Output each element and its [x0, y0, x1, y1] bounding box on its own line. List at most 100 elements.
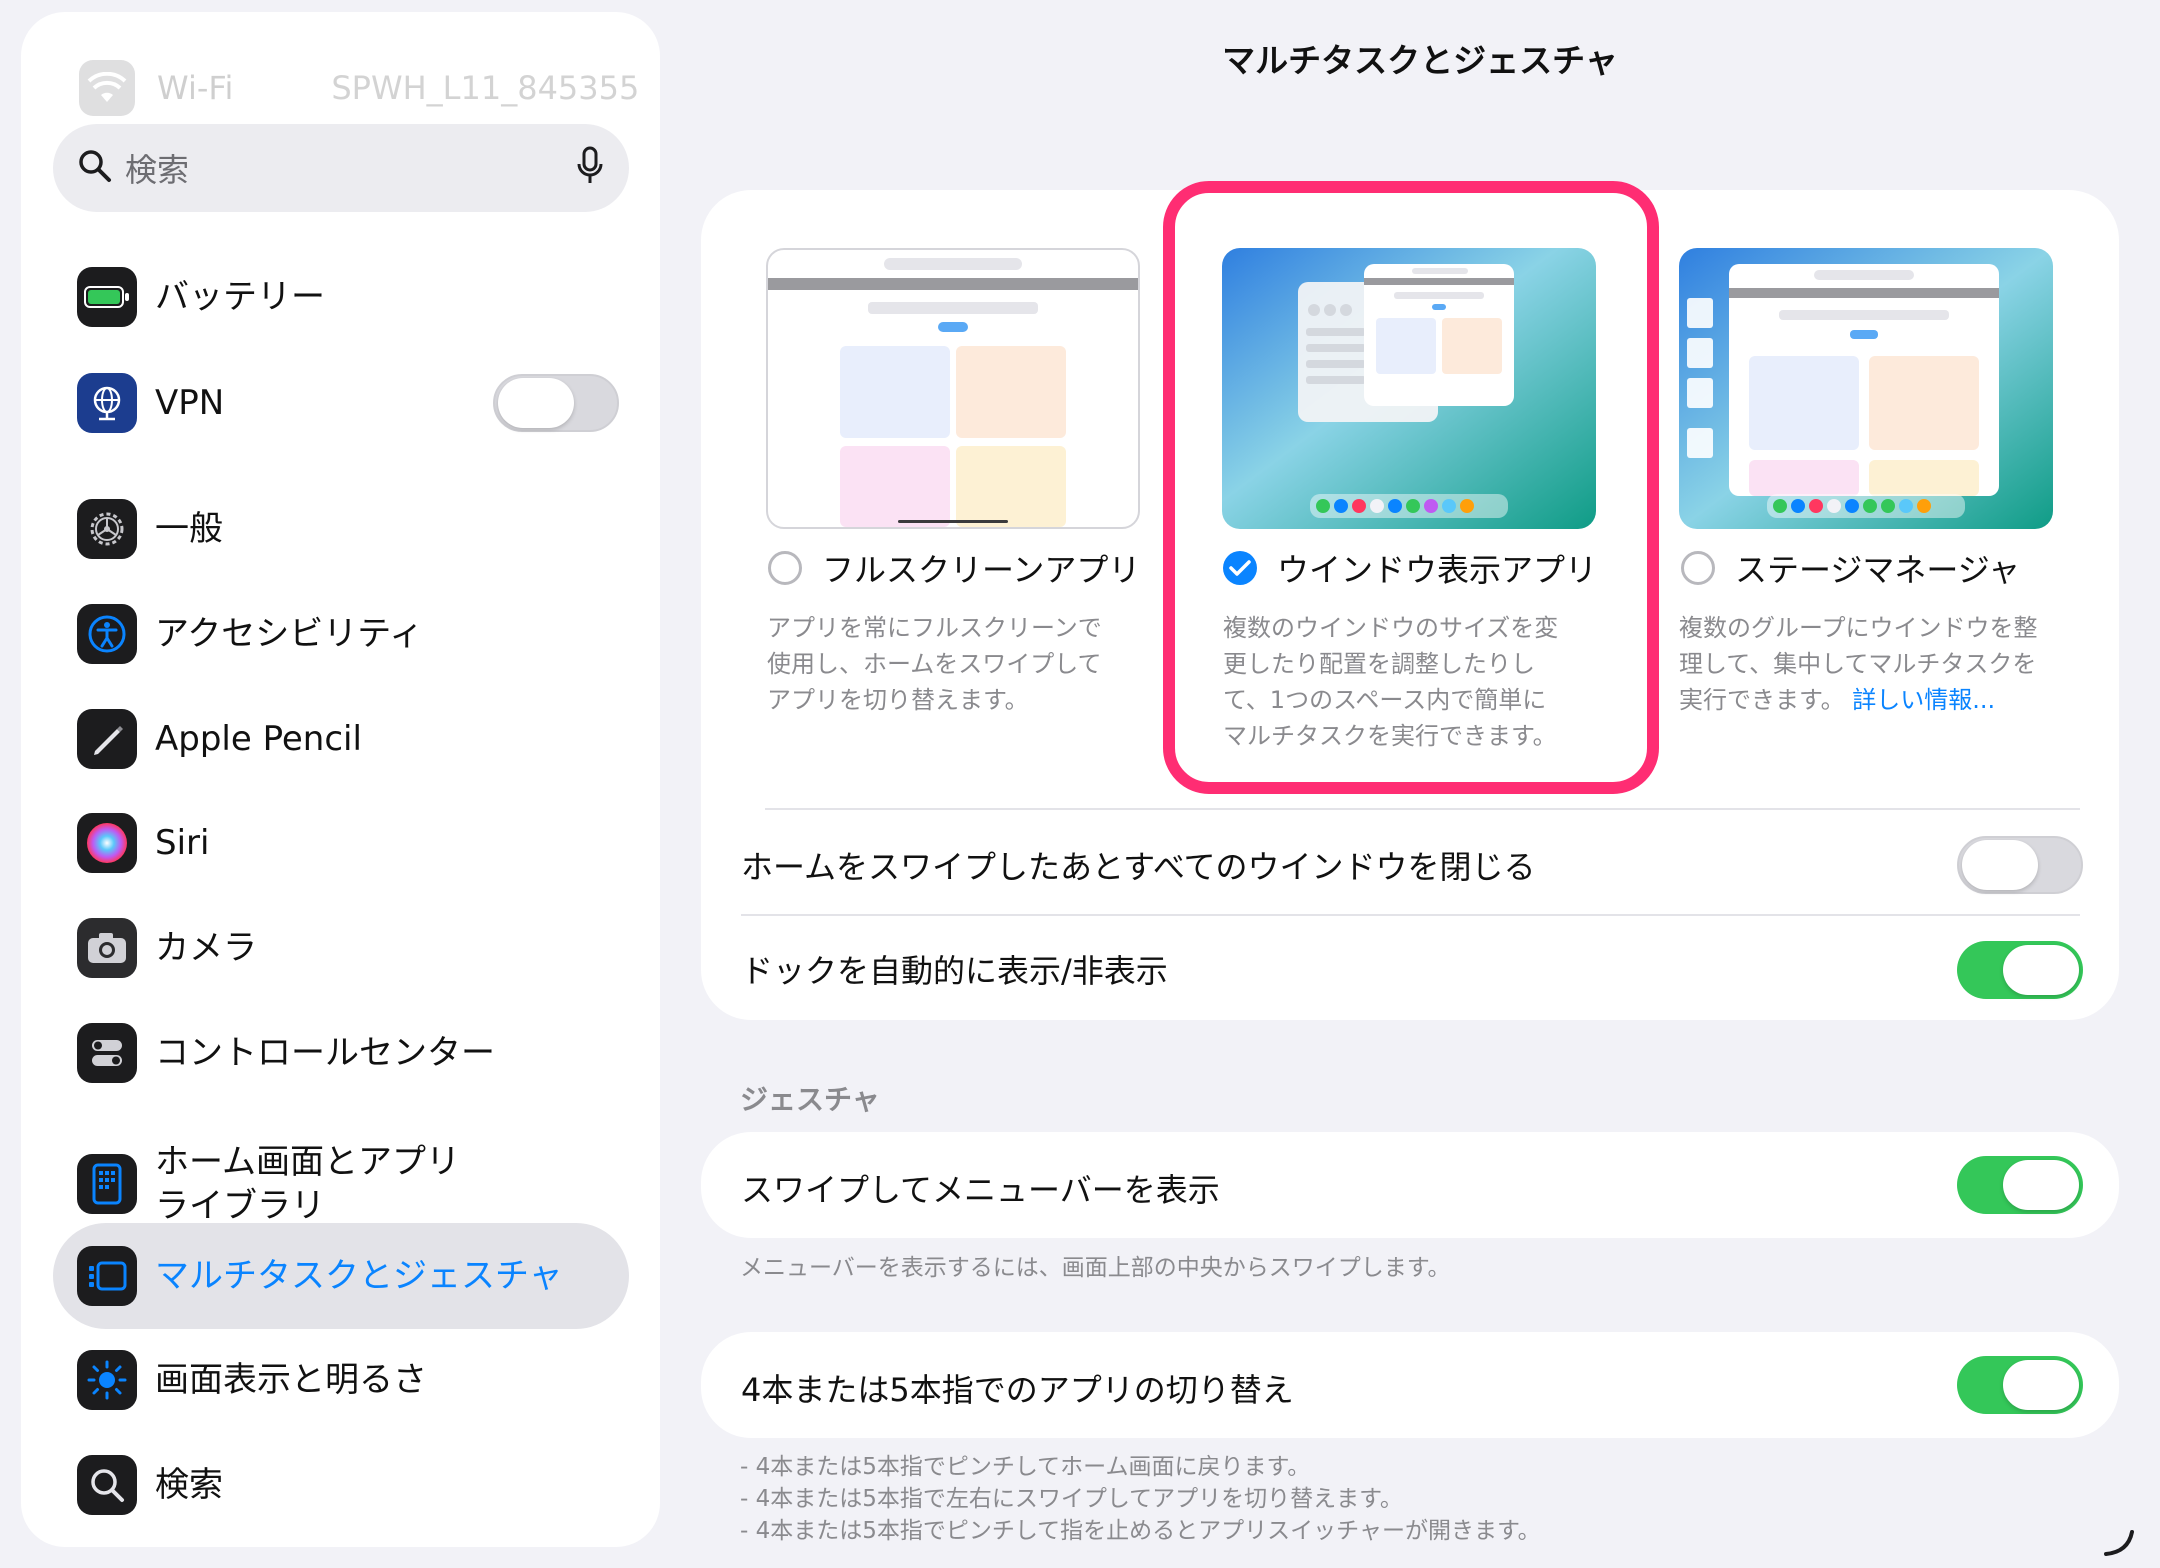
stage-manager-radio[interactable] — [1681, 551, 1715, 585]
footer-line: - 4本または5本指でピンチして指を止めるとアプリスイッチャーが開きます。 — [740, 1518, 1541, 1544]
option-label: フルスクリーンアプリ — [822, 551, 1141, 589]
toggle-knob — [2003, 1160, 2079, 1210]
search-icon — [77, 148, 113, 188]
description-line: 複数のグループにウインドウを整 — [1679, 614, 2038, 642]
description-line: アプリを常にフルスクリーンで — [767, 614, 1102, 642]
toggle-on[interactable] — [1957, 941, 2083, 999]
description-line: 理して、集中してマルチタスクを — [1679, 650, 2037, 678]
description-line: 実行できます。 詳しい情報... — [1679, 682, 2079, 718]
sidebar-item-general[interactable]: 一般 — [77, 499, 223, 559]
corner-resize-handle-icon[interactable] — [2102, 1528, 2138, 1558]
wifi-icon — [79, 60, 135, 116]
fullscreen-apps-radio[interactable] — [768, 551, 802, 585]
pencil-icon — [77, 709, 137, 769]
four-five-finger-switch-toggle[interactable] — [1957, 1356, 2083, 1414]
page-title: マルチタスクとジェスチャ — [1222, 41, 1618, 80]
sidebar-item-vpn[interactable]: VPN — [77, 373, 619, 433]
home-screen-icon — [77, 1154, 137, 1214]
windowed-apps-description: 複数のウインドウのサイズを変 更したり配置を調整したりし て、1つのスペース内で… — [1223, 610, 1603, 754]
description-line: 使用し、ホームをスワイプして — [767, 650, 1102, 678]
sidebar-item-label: マルチタスクとジェスチャ — [155, 1256, 563, 1296]
sidebar-item-apple-pencil[interactable]: Apple Pencil — [77, 709, 362, 769]
toggle-knob — [1962, 840, 2038, 890]
divider — [741, 914, 2080, 916]
footer-line: - 4本または5本指で左右にスワイプしてアプリを切り替えます。 — [740, 1486, 1403, 1512]
toggle-off[interactable] — [1957, 836, 2083, 894]
checkmark-icon — [1229, 560, 1251, 576]
sidebar-item-label: VPN — [155, 383, 225, 423]
multitasking-icon — [77, 1246, 137, 1306]
search-placeholder[interactable]: 検索 — [125, 145, 575, 191]
sidebar-item-label: バッテリー — [155, 277, 325, 317]
control-center-icon — [77, 1023, 137, 1083]
vpn-globe-icon — [77, 373, 137, 433]
sidebar-item-label: アクセシビリティ — [155, 614, 424, 654]
close-windows-label: ホームをスワイプしたあとすべてのウインドウを閉じる — [741, 848, 1536, 886]
sidebar-item-wifi[interactable]: Wi-Fi SPWH_L11_845355 — [79, 48, 639, 128]
gear-icon — [77, 499, 137, 559]
search-icon — [77, 1455, 137, 1515]
battery-icon — [77, 267, 137, 327]
learn-more-link[interactable]: 詳しい情報... — [1852, 686, 1995, 714]
sidebar-item-label: Siri — [155, 823, 210, 863]
fullscreen-apps-description: アプリを常にフルスクリーンで 使用し、ホームをスワイプして アプリを切り替えます… — [767, 610, 1147, 718]
siri-icon — [77, 813, 137, 873]
menu-bar-gesture-card: スワイプしてメニューバーを表示 — [701, 1132, 2119, 1238]
sidebar-item-label: コントロールセンター — [155, 1033, 495, 1073]
sidebar-item-label: カメラ — [155, 928, 257, 968]
search-field[interactable]: 検索 — [53, 124, 629, 212]
footer-line: - 4本または5本指でピンチしてホーム画面に戻ります。 — [740, 1454, 1311, 1480]
fullscreen-apps-thumbnail[interactable] — [766, 248, 1140, 529]
option-label: ステージマネージャ — [1735, 551, 2021, 589]
stage-manager-thumbnail[interactable] — [1679, 248, 2053, 529]
toggle-knob — [498, 378, 574, 428]
toggle-on[interactable] — [1957, 1156, 2083, 1214]
toggle-on[interactable] — [1957, 1356, 2083, 1414]
description-line: 複数のウインドウのサイズを変 — [1223, 614, 1559, 642]
windowed-apps-thumbnail[interactable] — [1222, 248, 1596, 529]
sidebar-item-siri[interactable]: Siri — [77, 813, 209, 873]
description-text: 実行できます。 — [1679, 686, 1845, 714]
description-line: 更したり配置を調整したりし — [1223, 650, 1535, 678]
auto-hide-dock-toggle[interactable] — [1957, 941, 2083, 999]
toggle-knob — [2003, 945, 2079, 995]
menu-bar-swipe-toggle[interactable] — [1957, 1156, 2083, 1214]
sidebar-item-label-line2: ライブラリ — [155, 1186, 325, 1226]
description-line: アプリを切り替えます。 — [767, 686, 1029, 714]
wifi-label: Wi-Fi — [157, 69, 234, 107]
divider — [765, 808, 2080, 810]
sidebar-item-label: ホーム画面とアプリ — [155, 1142, 460, 1182]
stage-manager-option[interactable]: ステージマネージャ — [1681, 545, 2020, 591]
app-switch-footer-notes: - 4本または5本指でピンチしてホーム画面に戻ります。 - 4本または5本指で左… — [740, 1451, 1541, 1547]
auto-hide-dock-label: ドックを自動的に表示/非表示 — [741, 952, 1168, 990]
brightness-icon — [77, 1350, 137, 1410]
sidebar-item-search[interactable]: 検索 — [77, 1455, 223, 1515]
stage-manager-description: 複数のグループにウインドウを整 理して、集中してマルチタスクを 実行できます。 … — [1679, 610, 2079, 718]
sidebar-item-control-center[interactable]: コントロールセンター — [77, 1023, 495, 1083]
description-line: マルチタスクを実行できます。 — [1223, 722, 1557, 750]
sidebar-item-camera[interactable]: カメラ — [77, 918, 257, 978]
description-line: て、1つのスペース内で簡単に — [1223, 686, 1547, 714]
accessibility-icon — [77, 604, 137, 664]
settings-sidebar: Wi-Fi SPWH_L11_845355 検索 バッテリー VPN 一般 アク… — [21, 12, 660, 1547]
camera-icon — [77, 918, 137, 978]
vpn-toggle[interactable] — [493, 374, 619, 432]
microphone-icon[interactable] — [575, 146, 605, 190]
windowed-apps-radio-checked[interactable] — [1223, 551, 1257, 585]
menu-bar-swipe-label: スワイプしてメニューバーを表示 — [741, 1171, 1220, 1209]
wifi-network-name: SPWH_L11_845355 — [331, 69, 640, 107]
sidebar-item-home-screen[interactable]: ホーム画面とアプリ ライブラリ — [77, 1140, 460, 1228]
sidebar-item-multitasking[interactable]: マルチタスクとジェスチャ — [77, 1246, 563, 1306]
sidebar-item-label: Apple Pencil — [155, 719, 362, 759]
sidebar-item-accessibility[interactable]: アクセシビリティ — [77, 604, 423, 664]
sidebar-item-display-brightness[interactable]: 画面表示と明るさ — [77, 1350, 427, 1410]
windowed-apps-option[interactable]: ウインドウ表示アプリ — [1223, 545, 1597, 591]
app-switch-gesture-card: 4本または5本指でのアプリの切り替え — [701, 1332, 2119, 1438]
sidebar-item-battery[interactable]: バッテリー — [77, 267, 325, 327]
four-five-finger-switch-label: 4本または5本指でのアプリの切り替え — [741, 1371, 1294, 1409]
sidebar-item-label: 画面表示と明るさ — [155, 1360, 427, 1400]
close-windows-toggle[interactable] — [1957, 836, 2083, 894]
option-label: ウインドウ表示アプリ — [1277, 551, 1598, 589]
menu-bar-footer-note: メニューバーを表示するには、画面上部の中央からスワイプします。 — [740, 1255, 1451, 1281]
fullscreen-apps-option[interactable]: フルスクリーンアプリ — [768, 545, 1140, 591]
